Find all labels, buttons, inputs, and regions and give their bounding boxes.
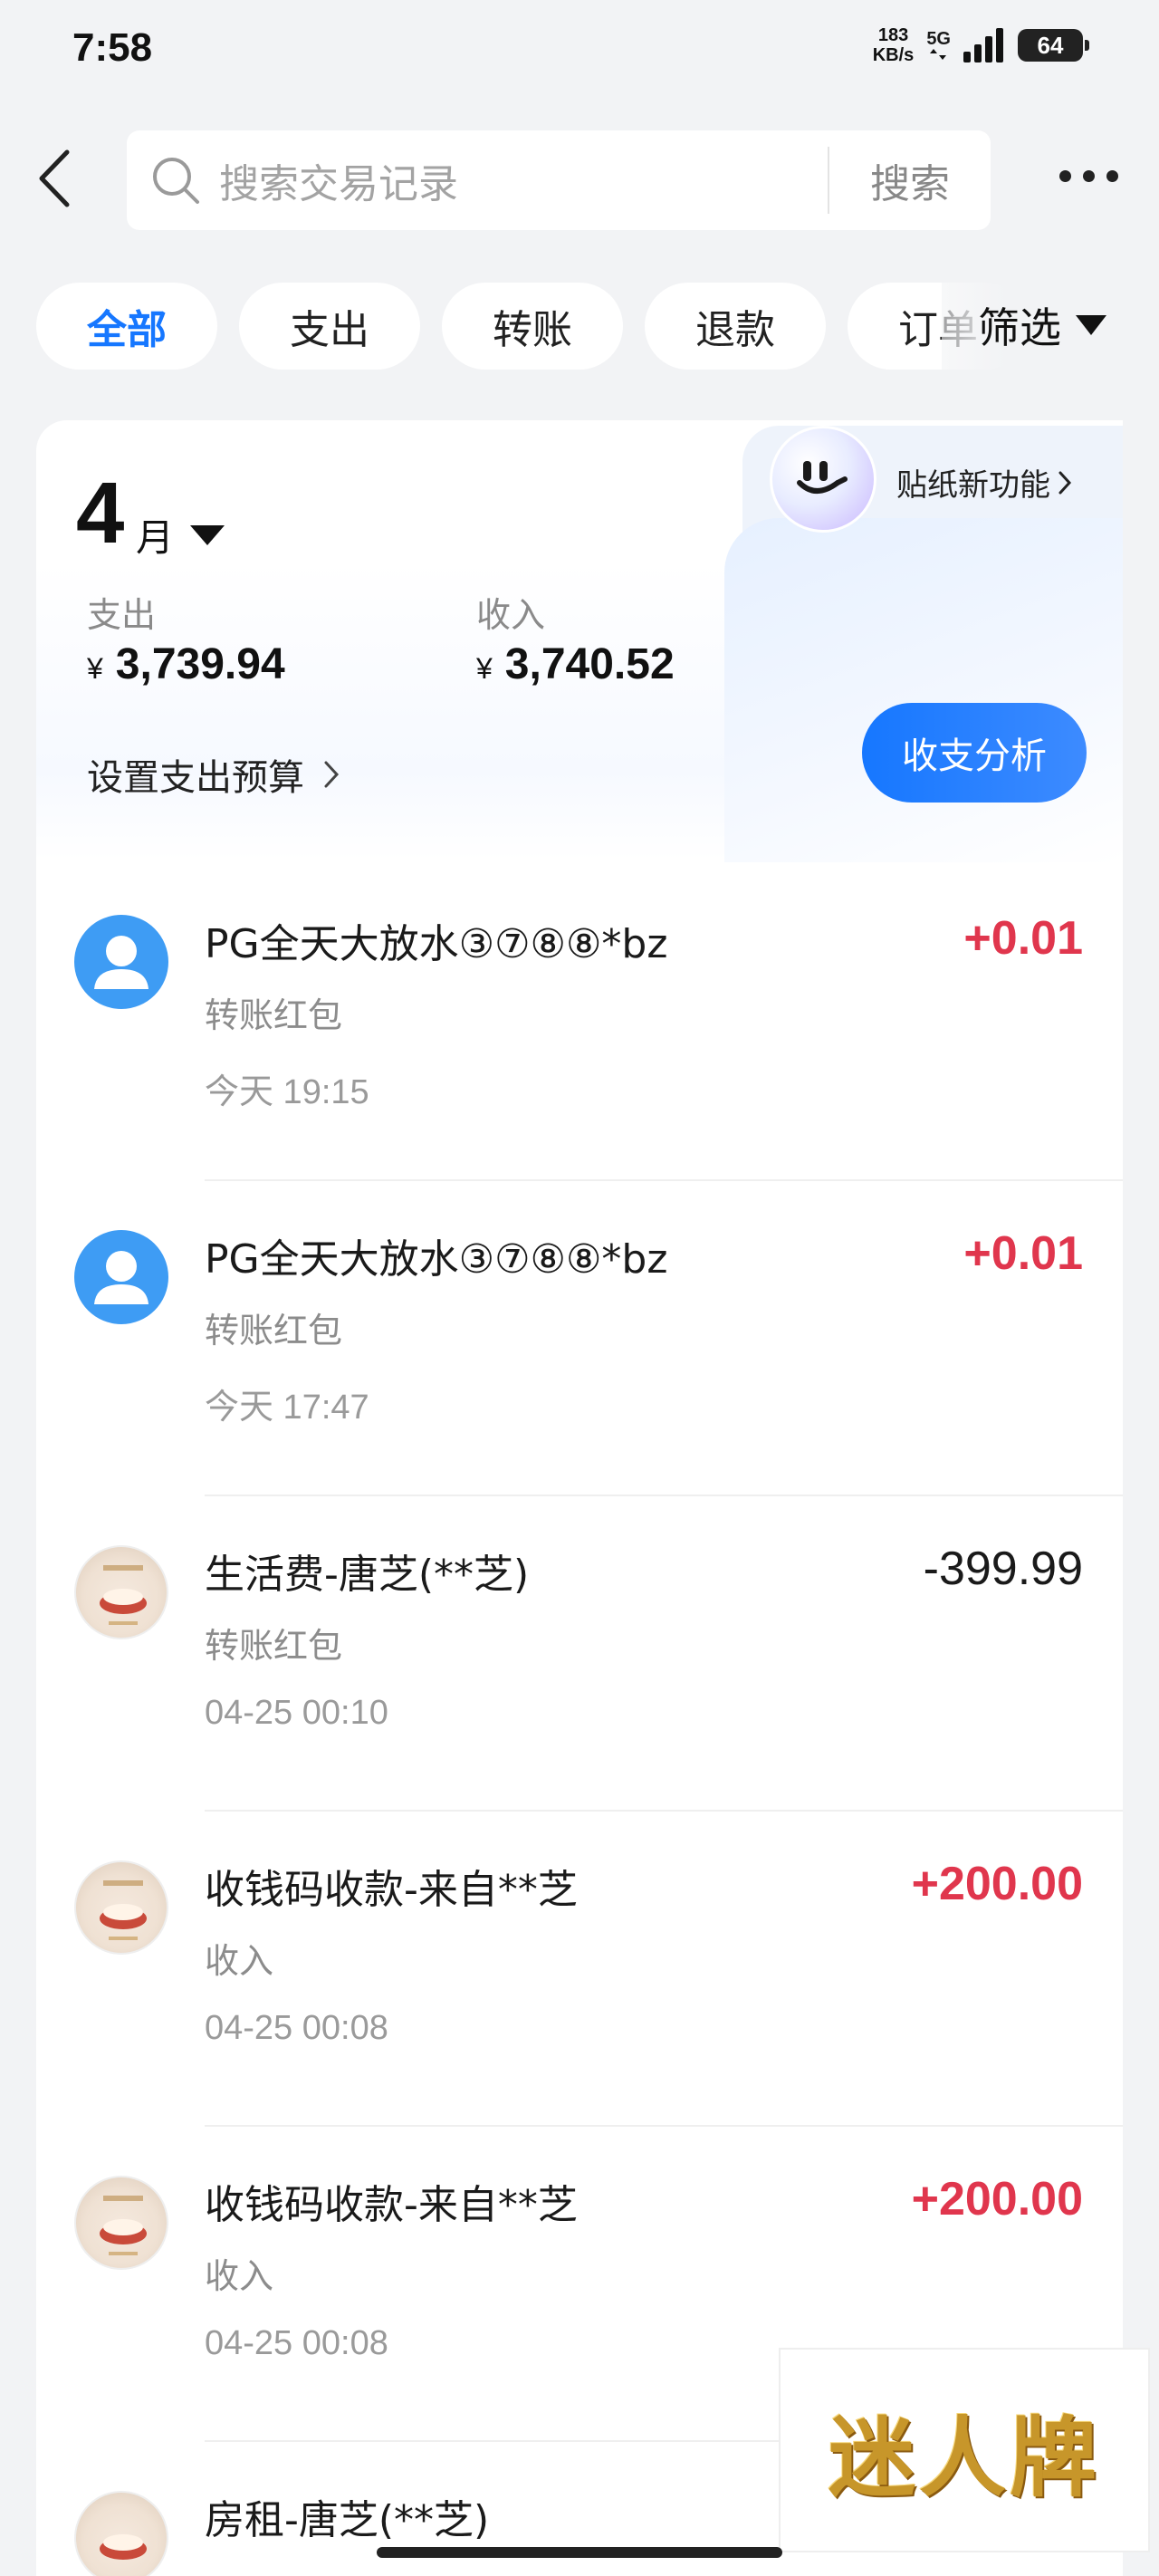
caret-down-icon [1076, 315, 1106, 335]
transaction-time: 今天 17:47 [205, 1389, 369, 1427]
status-time: 7:58 [72, 25, 153, 70]
home-indicator[interactable] [377, 2547, 782, 2558]
filter-refund[interactable]: 退款 [645, 283, 826, 370]
signal-icon [963, 28, 1003, 62]
transaction-title: 收钱码收款-来自**芝 [205, 2182, 578, 2228]
chevron-right-icon [324, 761, 340, 788]
more-icon[interactable] [1059, 170, 1118, 182]
status-icons: 183 KB/s 5G 64 [872, 25, 1089, 65]
filter-transfer[interactable]: 转账 [442, 283, 623, 370]
screen-label: 筛选 [978, 303, 1061, 352]
budget-label: 设置支出预算 [87, 757, 304, 799]
transaction-time: 04-25 00:08 [205, 2324, 388, 2362]
transaction-time: 今天 19:15 [205, 1073, 369, 1111]
set-budget-link[interactable]: 设置支出预算 [87, 748, 340, 801]
expense-amount: ¥3,739.94 [87, 640, 285, 688]
transaction-type: 转账红包 [205, 1626, 343, 1666]
sticker-face-icon[interactable] [770, 426, 876, 533]
transaction-amount: +200.00 [911, 2173, 1083, 2225]
transaction-type: 转账红包 [205, 1311, 343, 1350]
transaction-type: 转账红包 [205, 995, 343, 1035]
person-icon [74, 1230, 168, 1324]
month-caret-icon[interactable] [190, 525, 225, 545]
battery-icon: 64 [1018, 29, 1089, 62]
sticker-label: 贴纸新功能 [896, 467, 1050, 504]
month-number[interactable]: 4 [76, 464, 124, 563]
transaction-time: 04-25 00:08 [205, 2009, 388, 2047]
income-expense-analysis-button[interactable]: 收支分析 [862, 703, 1087, 803]
search-bar[interactable]: 搜索交易记录 搜索 [127, 130, 991, 230]
search-icon [153, 158, 199, 204]
watermark-logo: 迷人牌 [779, 2348, 1150, 2552]
data-arrows-icon [929, 49, 946, 60]
transaction-time: 04-25 00:10 [205, 1694, 388, 1732]
transaction-title: PG全天大放水③⑦⑧⑧*bz [205, 1236, 668, 1283]
transaction-type: 收入 [205, 2256, 274, 2296]
photo-avatar [74, 1545, 168, 1639]
month-unit[interactable]: 月 [136, 507, 174, 562]
person-icon [74, 915, 168, 1009]
transaction-title: PG全天大放水③⑦⑧⑧*bz [205, 921, 668, 967]
photo-avatar [74, 2176, 168, 2270]
photo-avatar [74, 1860, 168, 1955]
filter-expense[interactable]: 支出 [239, 283, 420, 370]
filter-all[interactable]: 全部 [36, 283, 217, 370]
network-speed: 183 KB/s [872, 25, 915, 65]
list-item[interactable]: PG全天大放水③⑦⑧⑧*bz 转账红包 今天 19:15 +0.01 [36, 866, 1123, 1181]
transaction-title: 收钱码收款-来自**芝 [205, 1867, 578, 1913]
transaction-title: 房租-唐芝(**芝) [205, 2497, 490, 2543]
list-item[interactable]: 生活费-唐芝(**芝) 转账红包 04-25 00:10 -399.99 [36, 1496, 1123, 1812]
transaction-type: 收入 [205, 1941, 274, 1981]
transaction-amount: +0.01 [963, 912, 1083, 965]
list-item[interactable]: PG全天大放水③⑦⑧⑧*bz 转账红包 今天 17:47 +0.01 [36, 1181, 1123, 1496]
transaction-amount: +200.00 [911, 1858, 1083, 1910]
income-amount: ¥3,740.52 [476, 640, 675, 688]
search-button[interactable]: 搜索 [829, 151, 991, 209]
summary-corner-gradient [724, 518, 1123, 862]
transaction-title: 生活费-唐芝(**芝) [205, 1552, 530, 1598]
expense-label: 支出 [87, 595, 157, 635]
screen-button[interactable]: 筛选 [978, 295, 1106, 355]
transaction-amount: +0.01 [963, 1227, 1083, 1280]
income-label: 收入 [476, 595, 546, 635]
network-type: 5G [926, 30, 951, 61]
chevron-right-icon [1058, 471, 1072, 494]
transaction-amount: -399.99 [923, 1543, 1083, 1595]
search-input[interactable]: 搜索交易记录 [219, 151, 828, 209]
sticker-feature-link[interactable]: 贴纸新功能 [896, 460, 1074, 505]
list-item[interactable]: 收钱码收款-来自**芝 收入 04-25 00:08 +200.00 [36, 1812, 1123, 2127]
photo-avatar [74, 2491, 168, 2576]
back-icon[interactable] [31, 147, 81, 210]
